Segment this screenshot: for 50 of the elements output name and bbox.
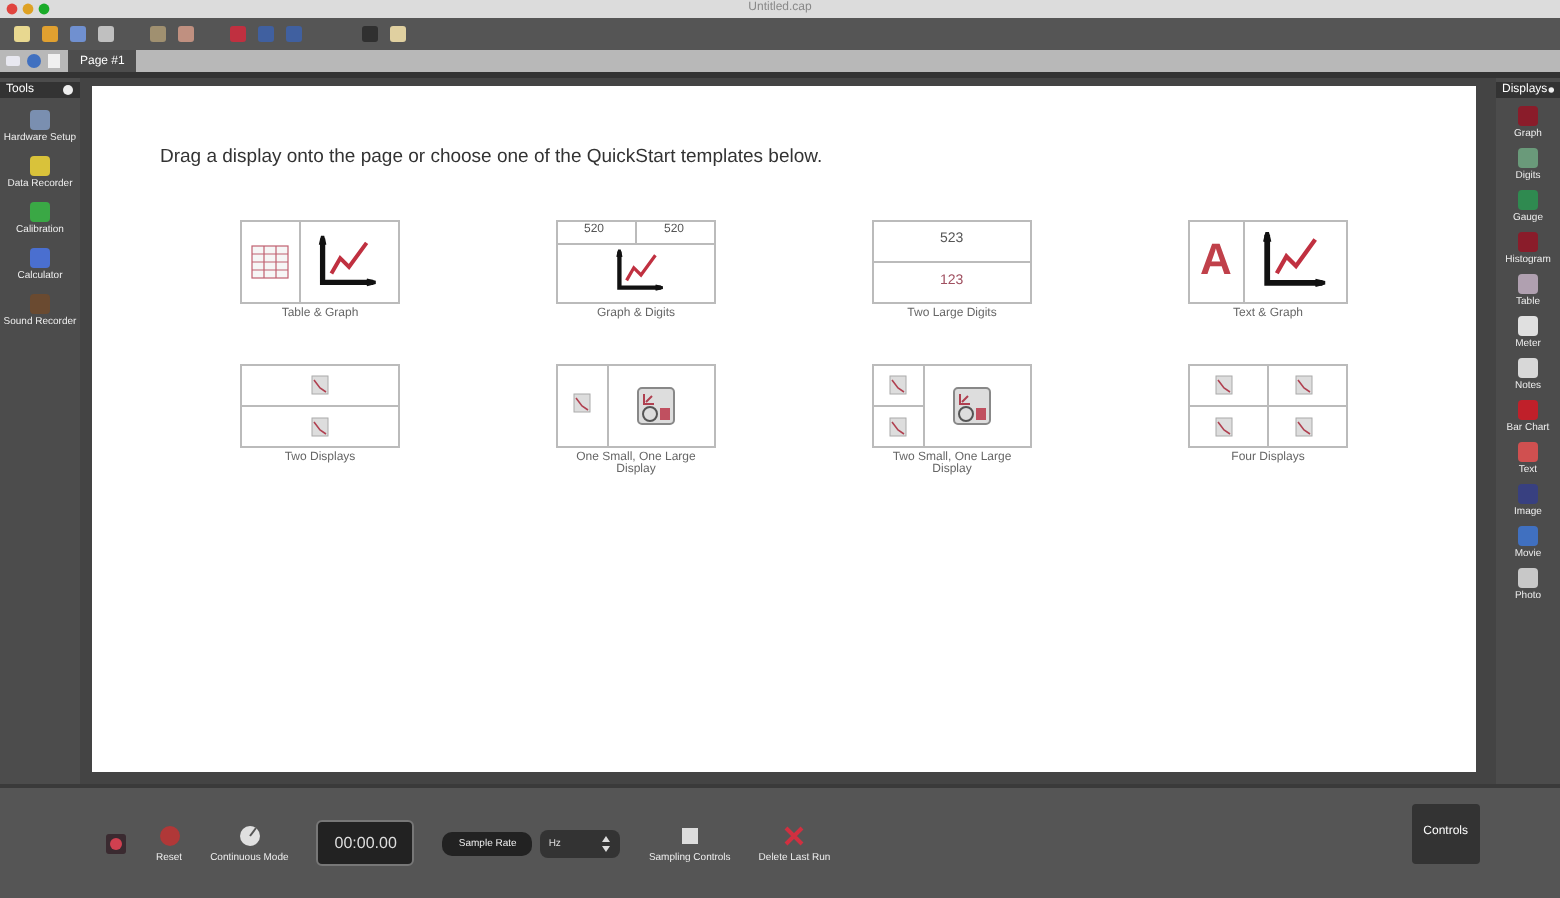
chart-icon [889, 417, 907, 437]
display-icon [1516, 104, 1540, 128]
chart-icon [1215, 375, 1233, 395]
display-icon [27, 246, 52, 270]
panel-menu-icon [1547, 84, 1554, 96]
sampling-icon [677, 823, 702, 847]
chart-icon [889, 375, 907, 395]
display-icon [1516, 314, 1540, 338]
chart-icon [1295, 417, 1313, 437]
reset-icon [157, 823, 182, 847]
graph-icon [1263, 230, 1327, 287]
template-thumbnail[interactable] [1188, 364, 1348, 448]
template-thumbnail[interactable] [872, 364, 1032, 448]
graph-icon [616, 248, 664, 291]
display-icon [953, 387, 991, 425]
template-thumbnail[interactable]: A [1188, 220, 1348, 304]
table-icon [251, 245, 289, 279]
display-icon [27, 154, 52, 178]
display-icon [28, 200, 52, 224]
chart-icon [1215, 417, 1233, 437]
graph-icon [318, 234, 378, 287]
stopwatch-icon [237, 823, 262, 847]
page-tools-icon [4, 52, 64, 70]
instruction-text: Drag a display onto the page or choose one of the QuickStart templates below. [160, 146, 825, 168]
chart-icon [573, 393, 591, 413]
display-icon [1516, 272, 1540, 296]
template-thumbnail[interactable] [556, 364, 716, 448]
display-icon [637, 387, 675, 425]
display-icon [1516, 524, 1540, 548]
chart-icon [1295, 375, 1313, 395]
collect-icon [104, 831, 128, 855]
text-letter: A [1200, 236, 1232, 284]
display-icon [1515, 188, 1540, 212]
display-icon [27, 292, 52, 316]
chart-icon [311, 417, 329, 437]
display-icon [1515, 230, 1540, 254]
chart-icon [311, 375, 329, 395]
display-icon [1516, 356, 1540, 380]
display-icon [1515, 566, 1540, 590]
display-icon [1516, 482, 1540, 506]
stepper-icon [600, 833, 613, 853]
display-icon [1515, 146, 1540, 170]
template-thumbnail[interactable] [240, 364, 400, 448]
delete-icon [782, 823, 807, 847]
time-readout: 00:00.00 [316, 820, 415, 866]
display-icon [1516, 398, 1540, 422]
display-icon [27, 108, 52, 132]
template-thumbnail[interactable] [240, 220, 400, 304]
display-icon [1516, 440, 1540, 464]
panel-menu-icon [62, 84, 74, 96]
